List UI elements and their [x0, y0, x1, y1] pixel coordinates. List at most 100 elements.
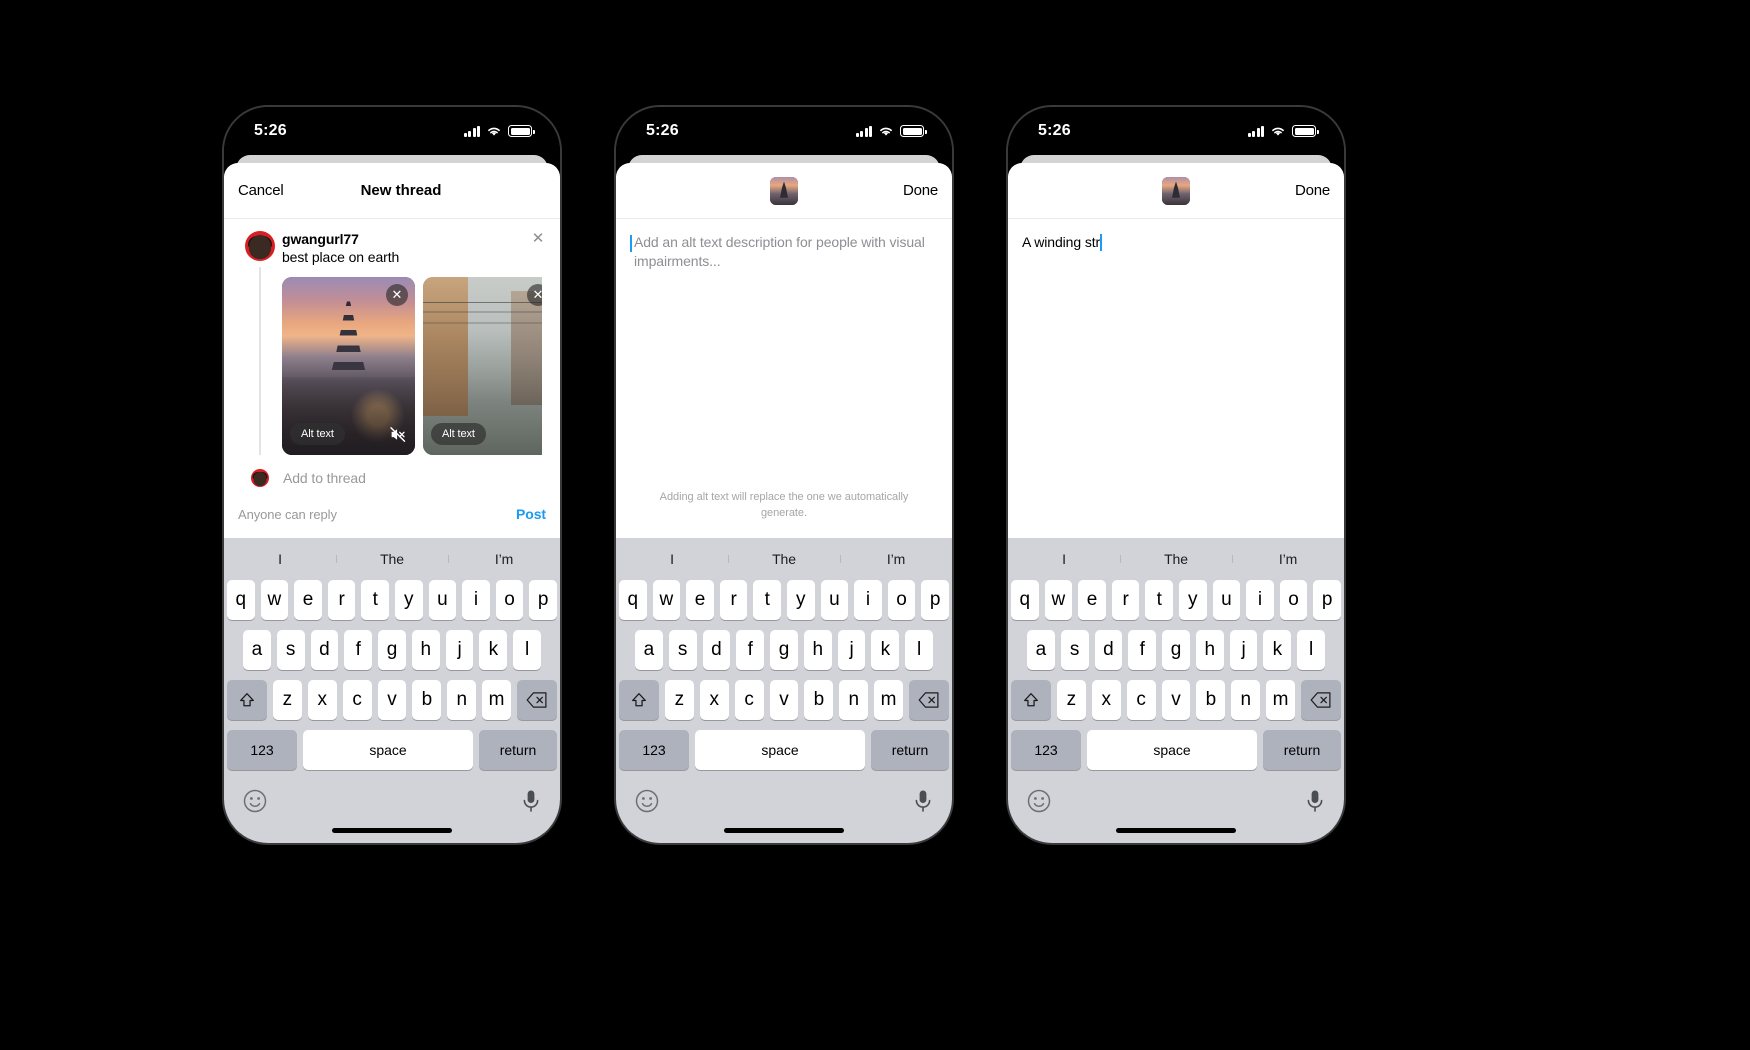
key-g[interactable]: g [770, 630, 798, 670]
key-y[interactable]: y [1179, 580, 1207, 620]
return-key[interactable]: return [1263, 730, 1341, 770]
key-z[interactable]: z [273, 680, 302, 720]
key-t[interactable]: t [1145, 580, 1173, 620]
key-e[interactable]: e [1078, 580, 1106, 620]
home-indicator[interactable] [724, 828, 844, 833]
emoji-icon[interactable] [242, 788, 268, 814]
space-key[interactable]: space [1087, 730, 1257, 770]
key-k[interactable]: k [871, 630, 900, 670]
suggestion-0[interactable]: I [616, 551, 728, 567]
shift-icon[interactable] [619, 680, 659, 720]
key-t[interactable]: t [361, 580, 389, 620]
key-j[interactable]: j [1229, 630, 1258, 670]
key-i[interactable]: i [854, 580, 882, 620]
suggestion-2[interactable]: I’m [448, 551, 560, 567]
key-m[interactable]: m [1266, 680, 1296, 720]
key-w[interactable]: w [1044, 580, 1073, 620]
key-e[interactable]: e [294, 580, 322, 620]
key-k[interactable]: k [479, 630, 508, 670]
key-y[interactable]: y [787, 580, 815, 620]
key-i[interactable]: i [462, 580, 490, 620]
cancel-button[interactable]: Cancel [238, 182, 284, 199]
key-c[interactable]: c [342, 680, 372, 720]
key-f[interactable]: f [344, 630, 373, 670]
key-v[interactable]: v [769, 680, 799, 720]
key-b[interactable]: b [804, 680, 834, 720]
suggestion-0[interactable]: I [224, 551, 336, 567]
microphone-icon[interactable] [912, 788, 934, 814]
close-icon[interactable]: ✕ [527, 284, 542, 306]
key-q[interactable]: q [1011, 580, 1039, 620]
post-button[interactable]: Post [516, 506, 546, 522]
key-a[interactable]: a [1026, 630, 1055, 670]
key-m[interactable]: m [482, 680, 512, 720]
alt-text-input[interactable]: A winding str [1008, 219, 1344, 252]
done-button[interactable]: Done [1295, 182, 1330, 199]
key-r[interactable]: r [719, 580, 748, 620]
microphone-icon[interactable] [1304, 788, 1326, 814]
media-carousel[interactable]: ✕ Alt text Alt text [282, 277, 542, 455]
key-v[interactable]: v [1161, 680, 1191, 720]
key-f[interactable]: f [1128, 630, 1157, 670]
shift-icon[interactable] [227, 680, 267, 720]
media-item-2[interactable]: ✕ Alt text [423, 277, 542, 455]
key-x[interactable]: x [307, 680, 337, 720]
key-g[interactable]: g [378, 630, 406, 670]
key-s[interactable]: s [668, 630, 697, 670]
key-p[interactable]: p [1313, 580, 1341, 620]
key-m[interactable]: m [874, 680, 904, 720]
key-o[interactable]: o [1279, 580, 1308, 620]
backspace-icon[interactable] [909, 680, 950, 720]
reply-policy-button[interactable]: Anyone can reply [238, 507, 337, 522]
key-u[interactable]: u [820, 580, 849, 620]
key-j[interactable]: j [837, 630, 866, 670]
key-v[interactable]: v [377, 680, 407, 720]
speaker-muted-icon[interactable] [389, 426, 406, 443]
suggestion-2[interactable]: I’m [1232, 551, 1344, 567]
suggestion-2[interactable]: I’m [840, 551, 952, 567]
key-l[interactable]: l [1297, 630, 1326, 670]
key-k[interactable]: k [1263, 630, 1292, 670]
backspace-icon[interactable] [517, 680, 558, 720]
key-l[interactable]: l [905, 630, 934, 670]
key-y[interactable]: y [395, 580, 423, 620]
user-avatar[interactable] [245, 231, 275, 261]
key-o[interactable]: o [495, 580, 524, 620]
key-b[interactable]: b [412, 680, 442, 720]
key-d[interactable]: d [310, 630, 339, 670]
key-l[interactable]: l [513, 630, 542, 670]
key-x[interactable]: x [699, 680, 729, 720]
key-z[interactable]: z [1057, 680, 1086, 720]
shift-icon[interactable] [1011, 680, 1051, 720]
key-c[interactable]: c [1126, 680, 1156, 720]
suggestion-0[interactable]: I [1008, 551, 1120, 567]
username[interactable]: gwangurl77 [282, 231, 542, 247]
alt-text-badge[interactable]: Alt text [431, 423, 486, 445]
emoji-icon[interactable] [1026, 788, 1052, 814]
key-a[interactable]: a [242, 630, 271, 670]
key-o[interactable]: o [887, 580, 916, 620]
key-j[interactable]: j [445, 630, 474, 670]
microphone-icon[interactable] [520, 788, 542, 814]
emoji-icon[interactable] [634, 788, 660, 814]
key-h[interactable]: h [1195, 630, 1224, 670]
close-icon[interactable]: ✕ [386, 284, 408, 306]
media-item-1[interactable]: ✕ Alt text [282, 277, 415, 455]
key-r[interactable]: r [1111, 580, 1140, 620]
space-key[interactable]: space [303, 730, 473, 770]
alt-text-badge[interactable]: Alt text [290, 423, 345, 445]
key-g[interactable]: g [1162, 630, 1190, 670]
return-key[interactable]: return [871, 730, 949, 770]
close-icon[interactable]: ✕ [530, 231, 546, 247]
key-u[interactable]: u [428, 580, 457, 620]
suggestion-1[interactable]: The [728, 551, 840, 567]
key-a[interactable]: a [634, 630, 663, 670]
home-indicator[interactable] [1116, 828, 1236, 833]
key-x[interactable]: x [1091, 680, 1121, 720]
home-indicator[interactable] [332, 828, 452, 833]
space-key[interactable]: space [695, 730, 865, 770]
media-thumbnail[interactable] [1162, 176, 1190, 205]
key-n[interactable]: n [447, 680, 477, 720]
add-to-thread-row[interactable]: Add to thread [224, 455, 560, 487]
key-h[interactable]: h [411, 630, 440, 670]
